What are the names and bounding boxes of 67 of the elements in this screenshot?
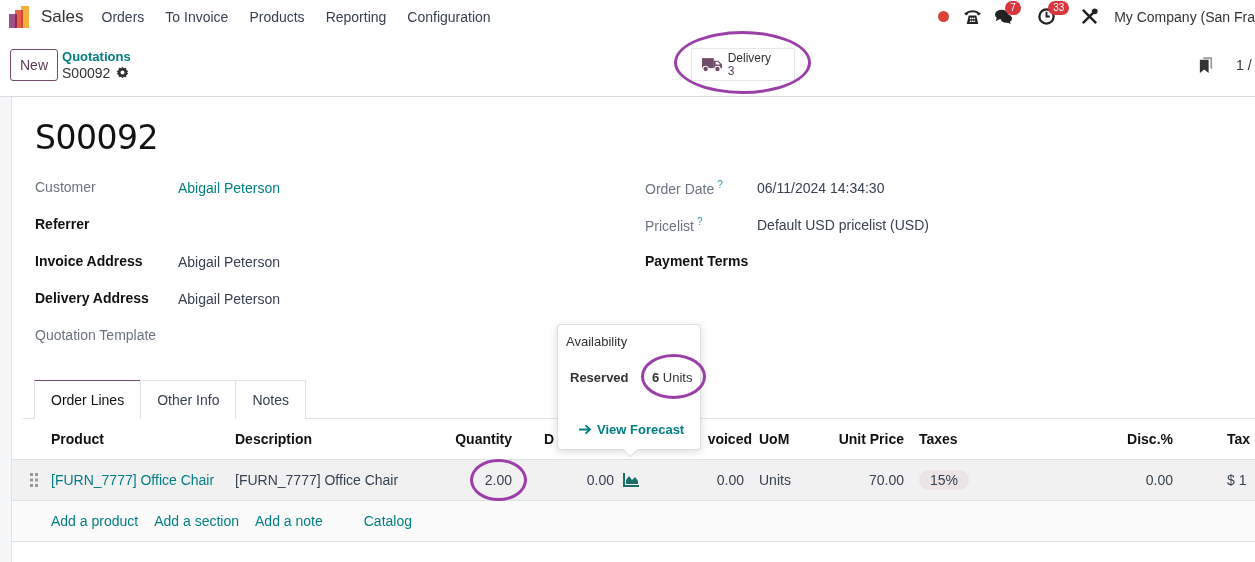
phone-icon[interactable]	[963, 7, 983, 26]
add-line-link[interactable]: Catalog	[363, 513, 412, 529]
field-label: Quotation Template	[35, 327, 158, 343]
company-switcher[interactable]: My Company (San Fra	[1114, 8, 1255, 25]
field-label: Delivery Address	[35, 290, 150, 306]
table-cell-text: [FURN_7777] Office Chair	[234, 472, 400, 488]
field-label: Invoice Address	[35, 253, 144, 269]
table-cell-text: 70.00	[867, 472, 905, 488]
new-button[interactable]: New	[10, 48, 58, 81]
field-value: 06/11/2024 14:34:30	[757, 179, 885, 196]
field-label: Referrer	[35, 216, 91, 232]
product-link[interactable]: [FURN_7777] Office Chair	[51, 472, 215, 488]
notification-badge: 7	[1005, 1, 1021, 15]
table-cell-text: 0.00	[715, 472, 745, 488]
column-header[interactable]: Unit Price	[809, 431, 914, 447]
add-line-link[interactable]: Add a section	[154, 513, 239, 529]
table-cell: 0.00	[586, 472, 614, 488]
column-header[interactable]: Description	[230, 431, 430, 447]
bookmark-icon[interactable]	[1199, 55, 1213, 74]
delivery-button[interactable]: Delivery 3	[690, 48, 795, 81]
field-label: Order Date	[645, 180, 715, 197]
menu-item[interactable]: Orders	[101, 8, 145, 25]
table-cell-text: $ 1	[1226, 472, 1248, 488]
column-header[interactable]: Tax	[1183, 431, 1255, 447]
breadcrumb-link[interactable]: Quotations	[62, 48, 131, 65]
notification-badge: 33	[1048, 1, 1070, 15]
column-header[interactable]: Quantity	[430, 431, 522, 447]
quantity-cell: 2.00	[484, 472, 512, 488]
view-forecast-link[interactable]: View Forecast	[566, 422, 700, 437]
record-name: S00092	[62, 64, 111, 81]
field-value: Abigail Peterson	[178, 290, 280, 307]
truck-icon	[701, 56, 722, 73]
tab[interactable]: Notes	[235, 380, 306, 419]
reserved-label: Reserved	[570, 370, 630, 385]
add-line-link[interactable]: Add a note	[255, 513, 323, 529]
app-logo-icon[interactable]	[9, 5, 31, 28]
menu-item[interactable]: To Invoice	[165, 8, 229, 25]
arrow-right-icon	[579, 424, 592, 435]
menu-item[interactable]: Products	[249, 8, 305, 25]
drag-handle-icon[interactable]	[30, 473, 38, 487]
tax-tag: 15%	[919, 470, 970, 490]
field-label: Pricelist	[645, 217, 694, 234]
table-cell-text: Units	[758, 472, 792, 488]
field-value: Default USD pricelist (USD)	[757, 216, 929, 233]
popover-title: Availability	[566, 334, 629, 349]
field-label: Customer	[35, 179, 97, 195]
menu-item[interactable]: Configuration	[407, 8, 491, 25]
tab[interactable]: Order Lines	[34, 380, 142, 419]
column-header[interactable]: Taxes	[914, 431, 1014, 447]
column-header[interactable]: Disc.%	[1014, 431, 1183, 447]
field-label: Payment Terms	[645, 253, 749, 269]
table-cell-text: 0.00	[1144, 472, 1174, 488]
field-link[interactable]: Abigail Peterson	[178, 179, 280, 196]
reserved-quantity: 6 Units	[652, 370, 693, 385]
column-header[interactable]: Product	[46, 431, 230, 447]
app-name[interactable]: Sales	[41, 6, 84, 27]
pager: 1 /	[1236, 56, 1253, 73]
status-dot-icon[interactable]	[938, 11, 950, 22]
menu-item[interactable]: Reporting	[325, 8, 387, 25]
tab[interactable]: Other Info	[140, 380, 237, 419]
settings-icon[interactable]	[116, 66, 130, 79]
record-title: S00092	[35, 117, 159, 159]
column-header[interactable]: UoM	[754, 431, 809, 447]
tools-icon[interactable]	[1080, 7, 1100, 26]
field-value: Abigail Peterson	[178, 253, 280, 270]
area-chart-icon[interactable]	[623, 473, 639, 487]
add-line-link[interactable]: Add a product	[51, 513, 139, 529]
